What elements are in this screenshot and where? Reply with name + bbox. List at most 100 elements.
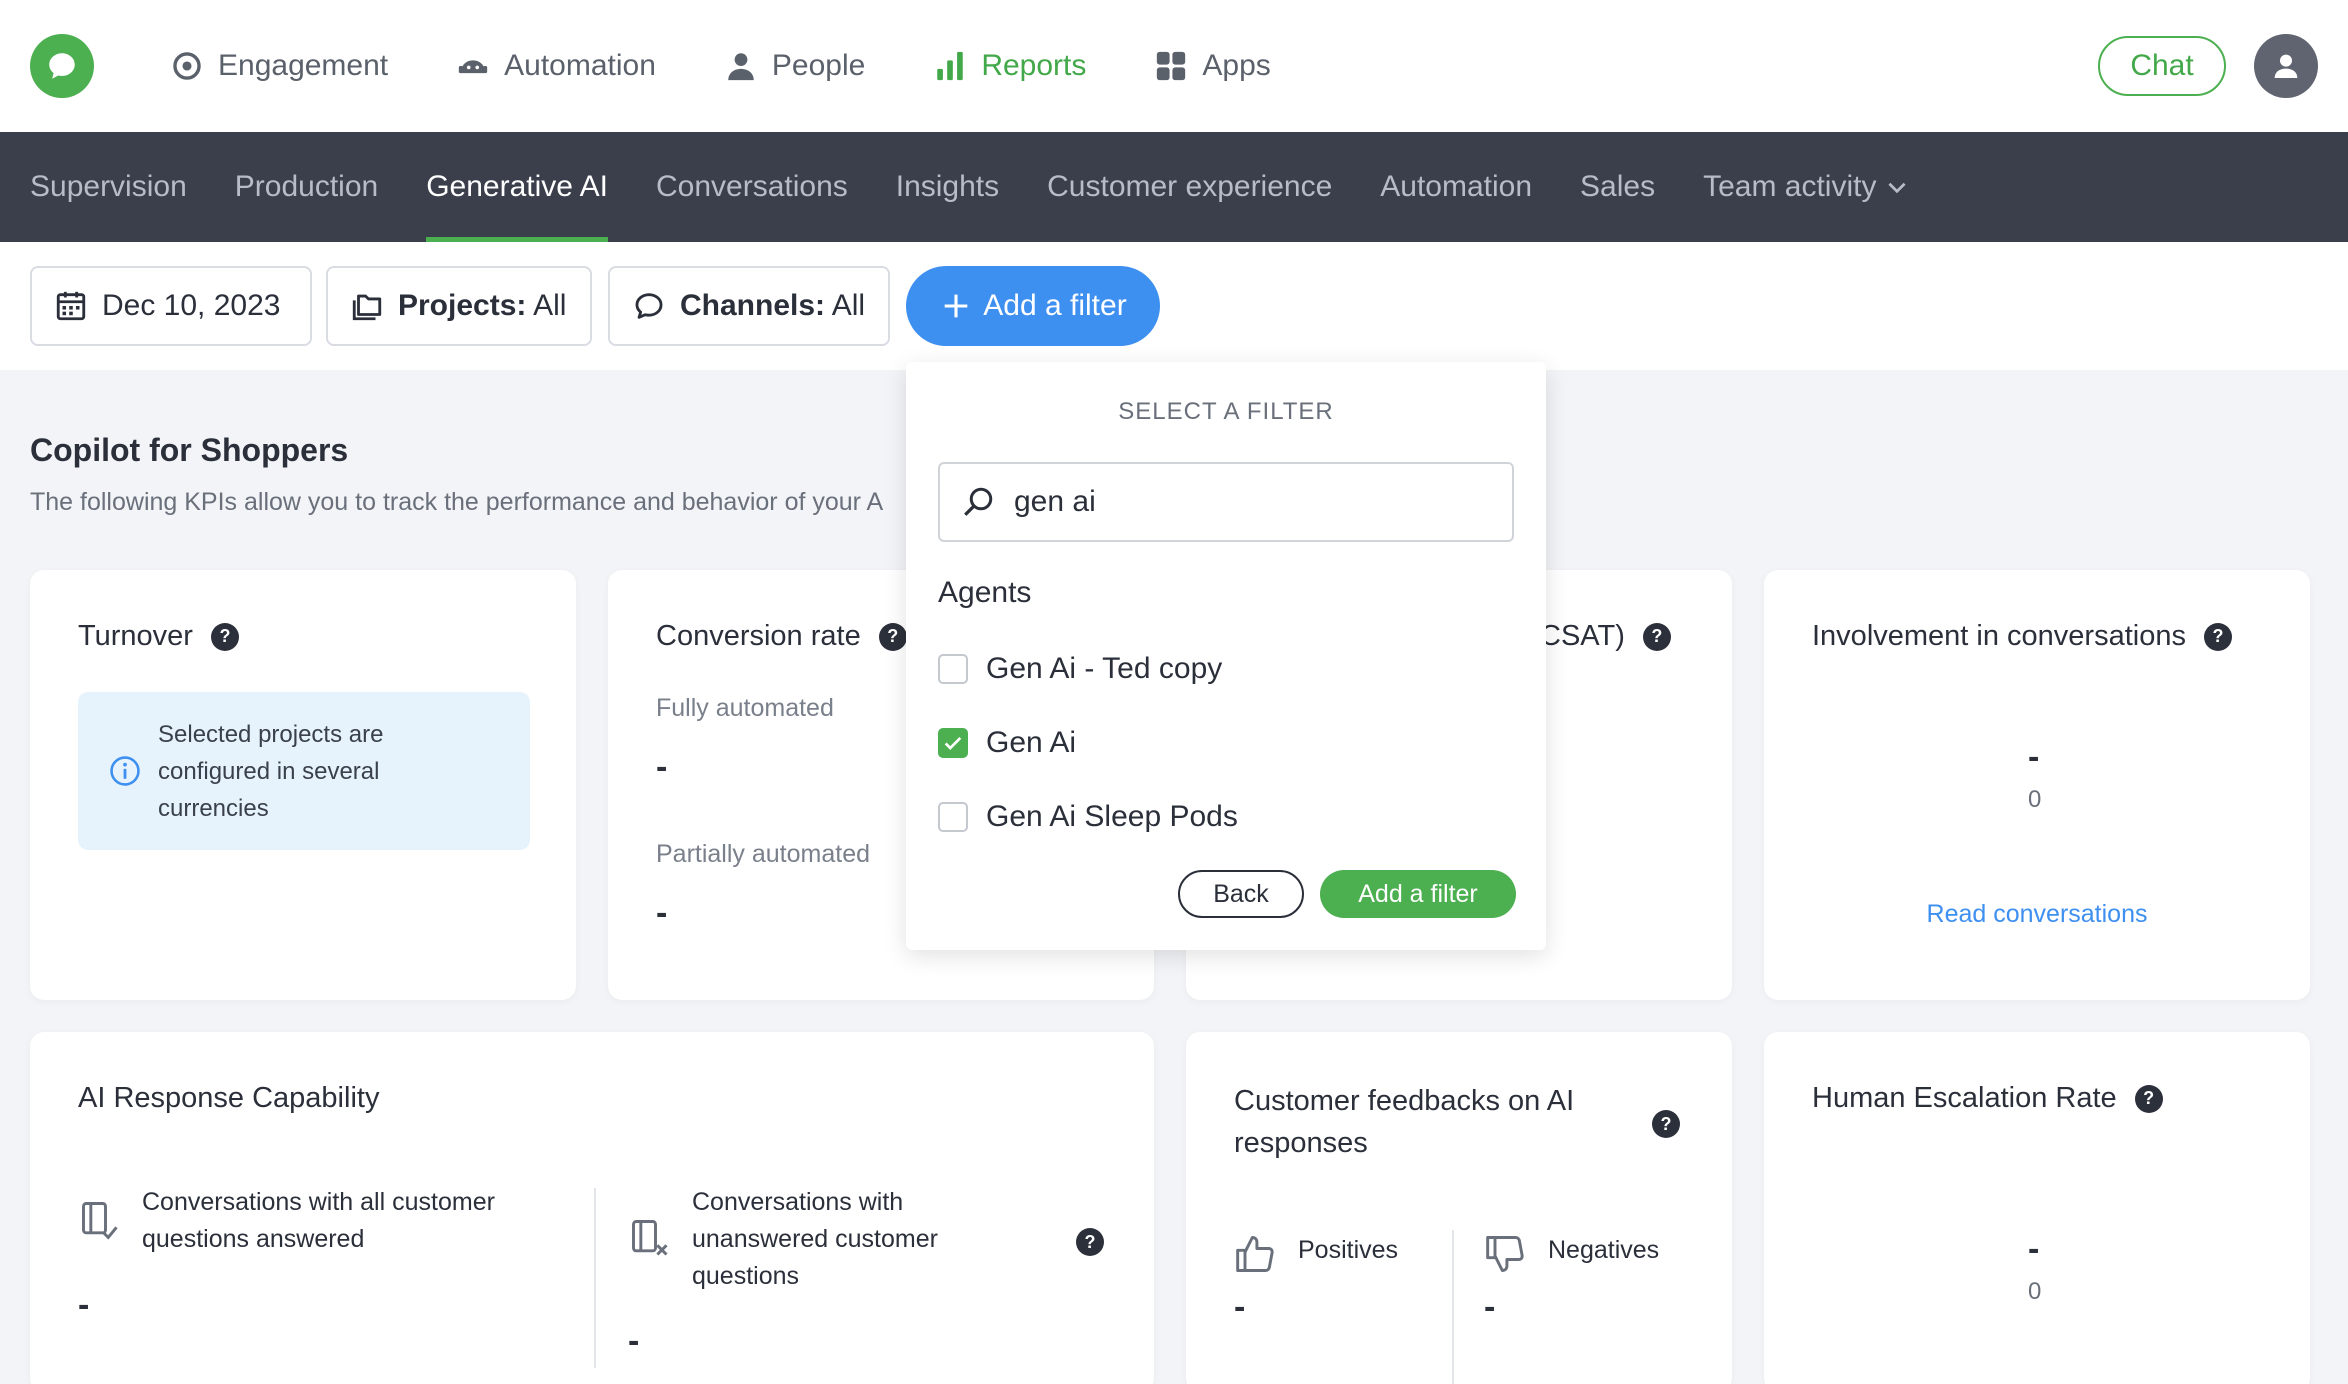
help-icon[interactable]: ?	[210, 622, 239, 651]
involvement-title: Involvement in conversations ?	[1812, 620, 2232, 653]
currency-info-box: Selected projects are configured in seve…	[78, 692, 530, 850]
conversation-unanswered-icon	[632, 1220, 668, 1256]
nav-engagement[interactable]: Engagement	[170, 49, 388, 83]
turnover-title-text: Turnover	[78, 620, 193, 652]
nav-engagement-label: Engagement	[218, 49, 389, 82]
nav-automation-label: Automation	[504, 49, 656, 82]
human-escalation-value: -	[2028, 1230, 2040, 1268]
nav-apps-label: Apps	[1202, 49, 1271, 82]
avatar[interactable]	[2254, 34, 2318, 98]
divider	[1452, 1230, 1454, 1384]
human-escalation-title: Human Escalation Rate ?	[1812, 1082, 2163, 1115]
back-button[interactable]: Back	[1178, 870, 1304, 918]
help-icon[interactable]: ?	[1652, 1110, 1680, 1138]
option-label: Gen Ai - Ted copy	[986, 652, 1223, 685]
option-gen-ai-ted-copy[interactable]: Gen Ai - Ted copy	[938, 652, 1222, 686]
involvement-title-text: Involvement in conversations	[1812, 620, 2186, 652]
date-filter-value: Dec 10, 2023	[102, 289, 281, 322]
target-icon	[173, 52, 201, 80]
option-gen-ai-sleep-pods[interactable]: Gen Ai Sleep Pods	[938, 800, 1238, 834]
ai-response-title: AI Response Capability	[78, 1082, 380, 1114]
tab-customer-experience[interactable]: Customer experience	[1047, 132, 1332, 242]
partially-automated-value: -	[656, 894, 668, 932]
search-icon	[964, 487, 993, 516]
human-escalation-count: 0	[2028, 1278, 2042, 1305]
plus-icon	[944, 294, 968, 318]
partially-automated-label: Partially automated	[656, 840, 871, 868]
involvement-card: Involvement in conversations ? - 0 Read …	[1764, 570, 2310, 1000]
conversation-answered-icon	[82, 1202, 118, 1240]
chat-bubble-icon	[635, 293, 663, 319]
checkbox[interactable]	[938, 654, 968, 684]
main-menu: Engagement Automation People Reports App…	[170, 0, 1339, 132]
option-label: Gen Ai	[986, 726, 1077, 759]
projects-filter-button[interactable]: Projects: All	[326, 266, 592, 346]
confirm-add-filter-button[interactable]: Add a filter	[1320, 870, 1516, 918]
nav-automation[interactable]: Automation	[456, 49, 656, 83]
help-icon[interactable]: ?	[1076, 1228, 1104, 1256]
conversion-rate-title-text: Conversion rate	[656, 620, 861, 652]
positives-label: Positives	[1298, 1236, 1399, 1264]
checkbox-checked[interactable]	[938, 728, 968, 758]
reports-tabs: Supervision Production Generative AI Con…	[0, 132, 2348, 242]
negatives-label: Negatives	[1548, 1236, 1660, 1264]
agents-group-label: Agents	[938, 576, 1032, 609]
logo-icon[interactable]	[30, 34, 94, 98]
projects-filter-label: Projects:	[398, 289, 527, 322]
robot-icon	[458, 60, 488, 74]
filter-search-input[interactable]	[938, 462, 1514, 542]
csat-title: CSAT) ?	[1540, 620, 1671, 653]
customer-feedback-card: Customer feedbacks on AI responses ? Pos…	[1186, 1032, 1732, 1384]
ai-response-capability-card: AI Response Capability Conversations wit…	[30, 1032, 1154, 1384]
tab-conversations[interactable]: Conversations	[656, 132, 848, 242]
nav-reports-label: Reports	[981, 49, 1087, 82]
option-gen-ai[interactable]: Gen Ai	[938, 726, 1076, 760]
nav-apps[interactable]: Apps	[1154, 49, 1271, 83]
tab-supervision[interactable]: Supervision	[30, 132, 187, 242]
tab-team-activity[interactable]: Team activity	[1703, 132, 1910, 242]
involvement-count: 0	[2028, 786, 2042, 813]
folders-icon	[352, 294, 382, 321]
person-icon	[728, 53, 754, 81]
divider	[594, 1188, 596, 1368]
nav-people-label: People	[771, 49, 866, 82]
chevron-down-icon	[1888, 182, 1907, 194]
section-subtitle: The following KPIs allow you to track th…	[30, 488, 884, 516]
tab-generative-ai[interactable]: Generative AI	[426, 132, 608, 242]
help-icon[interactable]: ?	[2134, 1084, 2163, 1113]
projects-filter-value: All	[533, 289, 567, 322]
unanswered-label: Conversations with unanswered customer q…	[692, 1188, 938, 1290]
help-icon[interactable]: ?	[2203, 622, 2232, 651]
dropdown-title: SELECT A FILTER	[1118, 398, 1334, 425]
human-escalation-card: Human Escalation Rate ? - 0	[1764, 1032, 2310, 1384]
conversion-rate-title: Conversion rate ?	[656, 620, 907, 653]
customer-feedback-title: Customer feedbacks on AI responses	[1234, 1085, 1575, 1159]
fully-automated-label: Fully automated	[656, 694, 834, 722]
tab-sales[interactable]: Sales	[1580, 132, 1655, 242]
option-label: Gen Ai Sleep Pods	[986, 800, 1238, 833]
read-conversations-link[interactable]: Read conversations	[1764, 900, 2310, 929]
negatives-value: -	[1484, 1288, 1496, 1326]
thumbs-down-icon	[1486, 1236, 1524, 1272]
check-icon	[944, 736, 962, 750]
filter-dropdown: SELECT A FILTER Agents Gen Ai - Ted copy…	[906, 362, 1546, 950]
tab-production[interactable]: Production	[235, 132, 378, 242]
nav-people[interactable]: People	[724, 49, 865, 83]
info-icon	[110, 756, 140, 786]
human-escalation-title-text: Human Escalation Rate	[1812, 1082, 2117, 1114]
add-filter-label: Add a filter	[983, 289, 1127, 322]
calendar-icon	[56, 291, 86, 321]
channels-filter-button[interactable]: Channels: All	[608, 266, 890, 346]
help-icon[interactable]: ?	[878, 622, 907, 651]
date-filter-button[interactable]: Dec 10, 2023	[30, 266, 312, 346]
currency-info-text: Selected projects are configured in seve…	[158, 721, 384, 822]
help-icon[interactable]: ?	[1642, 622, 1671, 651]
chat-button[interactable]: Chat	[2098, 36, 2226, 96]
tab-automation[interactable]: Automation	[1380, 132, 1532, 242]
filter-bar: Dec 10, 2023 Projects: All Channels: All…	[0, 242, 2348, 370]
nav-reports[interactable]: Reports	[933, 49, 1086, 83]
add-filter-button[interactable]: Add a filter	[906, 266, 1160, 346]
tab-insights[interactable]: Insights	[896, 132, 999, 242]
checkbox[interactable]	[938, 802, 968, 832]
top-navigation: Engagement Automation People Reports App…	[0, 0, 2348, 132]
